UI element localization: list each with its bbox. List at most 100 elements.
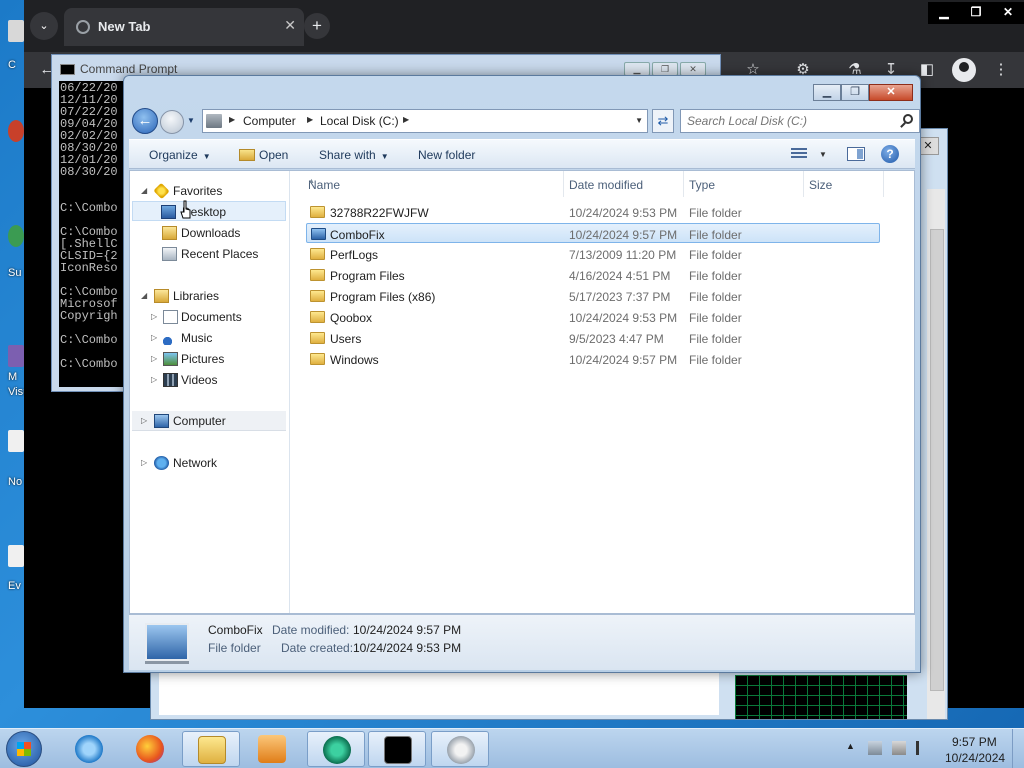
view-options-chevron-icon[interactable]: ▼	[819, 150, 827, 159]
help-icon[interactable]: ?	[881, 145, 899, 163]
refresh-button[interactable]: ⇄	[652, 109, 674, 133]
address-bar[interactable]: ▶ Computer ▶ Local Disk (C:) ▶ ▼	[202, 109, 648, 133]
search-box[interactable]	[680, 109, 920, 133]
column-header-type[interactable]: Type	[684, 171, 804, 197]
nav-videos[interactable]: ▷ Videos	[132, 370, 286, 390]
close-button[interactable]: ✕	[869, 84, 913, 101]
expand-arrow-icon[interactable]: ▷	[151, 354, 157, 363]
taskbar-file-explorer[interactable]	[182, 731, 240, 767]
file-row[interactable]: PerfLogs 7/13/2009 11:20 PM File folder	[306, 244, 880, 264]
cmd-minimize-button[interactable]: ▁	[624, 62, 650, 76]
recent-locations-chevron-icon[interactable]: ▼	[187, 116, 195, 125]
expand-arrow-icon[interactable]: ◢	[141, 291, 147, 300]
tab-search-button[interactable]: ⌄	[30, 12, 58, 40]
minimize-button[interactable]: ▁	[813, 84, 841, 101]
breadcrumb-arrow-icon[interactable]: ▶	[307, 115, 313, 124]
expand-arrow-icon[interactable]: ▷	[151, 312, 157, 321]
taskbar-media-player[interactable]	[243, 731, 301, 767]
column-label: Size	[809, 178, 833, 192]
nav-pictures[interactable]: ▷ Pictures	[132, 349, 286, 369]
column-header-size[interactable]: Size	[804, 171, 884, 197]
file-name: PerfLogs	[330, 248, 379, 262]
profile-avatar-icon[interactable]	[952, 58, 976, 82]
file-name: ComboFix	[330, 228, 385, 242]
file-row[interactable]: Qoobox 10/24/2024 9:53 PM File folder	[306, 307, 880, 327]
maximize-button[interactable]: ❐	[960, 2, 992, 22]
expand-arrow-icon[interactable]: ▷	[141, 458, 147, 467]
organize-button[interactable]: Organize ▼	[149, 148, 211, 162]
tray-app-icon[interactable]	[868, 741, 882, 755]
file-row[interactable]: Program Files 4/16/2024 4:51 PM File fol…	[306, 265, 880, 285]
globe-icon	[76, 20, 90, 34]
clock-time[interactable]: 9:57 PM	[952, 735, 997, 749]
file-row-selected[interactable]: ComboFix 10/24/2024 9:57 PM File folder	[306, 223, 880, 243]
maximize-button[interactable]: ❐	[841, 84, 869, 101]
column-header-date[interactable]: Date modified	[564, 171, 684, 197]
search-input[interactable]	[687, 114, 887, 128]
breadcrumb-arrow-icon[interactable]: ▶	[229, 115, 235, 124]
taskbar-command-prompt[interactable]	[368, 731, 426, 767]
clock-date[interactable]: 10/24/2024	[945, 751, 1005, 765]
new-folder-button[interactable]: New folder	[418, 148, 475, 162]
network-status-icon[interactable]	[892, 741, 906, 755]
breadcrumb-computer[interactable]: Computer	[243, 114, 296, 128]
taskbar-internet-explorer[interactable]	[60, 731, 118, 767]
search-icon[interactable]	[903, 114, 913, 124]
hand-pointer-icon	[180, 200, 191, 219]
desktop-app-icon[interactable]	[8, 120, 24, 142]
minimize-button[interactable]: ▁	[928, 2, 960, 22]
file-row[interactable]: Program Files (x86) 5/17/2023 7:37 PM Fi…	[306, 286, 880, 306]
tab-new-tab[interactable]: New Tab ✕	[64, 8, 304, 46]
expand-arrow-icon[interactable]: ▷	[151, 375, 157, 384]
share-with-button[interactable]: Share with ▼	[319, 148, 389, 162]
start-button[interactable]	[6, 731, 42, 767]
preview-pane-icon[interactable]	[847, 147, 865, 161]
tab-close-button[interactable]: ✕	[284, 17, 296, 34]
nav-libraries[interactable]: ◢ Libraries	[132, 286, 286, 306]
nav-music[interactable]: ▷ Music	[132, 328, 286, 348]
cmd-maximize-button[interactable]: ❐	[652, 62, 678, 76]
folder-icon	[310, 290, 325, 302]
file-row[interactable]: Users 9/5/2023 4:47 PM File folder	[306, 328, 880, 348]
desktop-app-icon[interactable]	[8, 345, 24, 367]
nav-computer[interactable]: ▷ Computer	[132, 411, 286, 431]
change-view-icon[interactable]	[791, 148, 807, 160]
back-button[interactable]: ←	[132, 108, 158, 134]
column-header-name[interactable]: Name ▲	[292, 171, 564, 197]
nav-desktop[interactable]: Desktop	[132, 201, 286, 221]
nav-documents[interactable]: ▷ Documents	[132, 307, 286, 327]
taskbar-system-app[interactable]	[431, 731, 489, 767]
show-hidden-icons-chevron-icon[interactable]: ▲	[846, 741, 855, 751]
taskbar-firefox[interactable]	[121, 731, 179, 767]
breadcrumb-local-disk[interactable]: Local Disk (C:)	[320, 114, 399, 128]
cmd-close-button[interactable]: ✕	[680, 62, 706, 76]
expand-arrow-icon[interactable]: ▷	[141, 416, 147, 425]
menu-kebab-icon[interactable]: ⋮	[988, 58, 1014, 82]
desktop-app-icon[interactable]	[8, 430, 24, 452]
volume-flag-icon[interactable]	[916, 741, 930, 755]
folder-icon	[310, 332, 325, 344]
desktop-app-icon[interactable]	[8, 225, 24, 247]
file-date: 10/24/2024 9:53 PM	[569, 311, 678, 325]
expand-arrow-icon[interactable]: ▷	[151, 333, 157, 342]
file-date: 9/5/2023 4:47 PM	[569, 332, 664, 346]
taskbar-app-green[interactable]	[307, 731, 365, 767]
nav-label: Downloads	[181, 226, 241, 240]
nav-downloads[interactable]: Downloads	[132, 223, 286, 243]
new-tab-button[interactable]: +	[304, 13, 330, 39]
desktop-shortcut-icon[interactable]	[8, 20, 24, 42]
file-row[interactable]: 32788R22FWJFW 10/24/2024 9:53 PM File fo…	[306, 202, 880, 222]
show-desktop-button[interactable]	[1012, 729, 1024, 768]
forward-button[interactable]	[160, 110, 184, 134]
close-button[interactable]: ✕	[992, 2, 1024, 22]
open-button[interactable]: Open	[239, 148, 288, 162]
address-history-dropdown-icon[interactable]: ▼	[635, 116, 643, 125]
desktop-app-icon[interactable]	[8, 545, 24, 567]
file-row[interactable]: Windows 10/24/2024 9:57 PM File folder	[306, 349, 880, 369]
expand-arrow-icon[interactable]: ◢	[141, 186, 147, 195]
nav-favorites[interactable]: ◢ Favorites	[132, 181, 286, 201]
nav-recent-places[interactable]: Recent Places	[132, 244, 286, 264]
breadcrumb-arrow-icon[interactable]: ▶	[403, 115, 409, 124]
background-window-scrollbar[interactable]	[927, 189, 945, 719]
nav-network[interactable]: ▷ Network	[132, 453, 286, 473]
